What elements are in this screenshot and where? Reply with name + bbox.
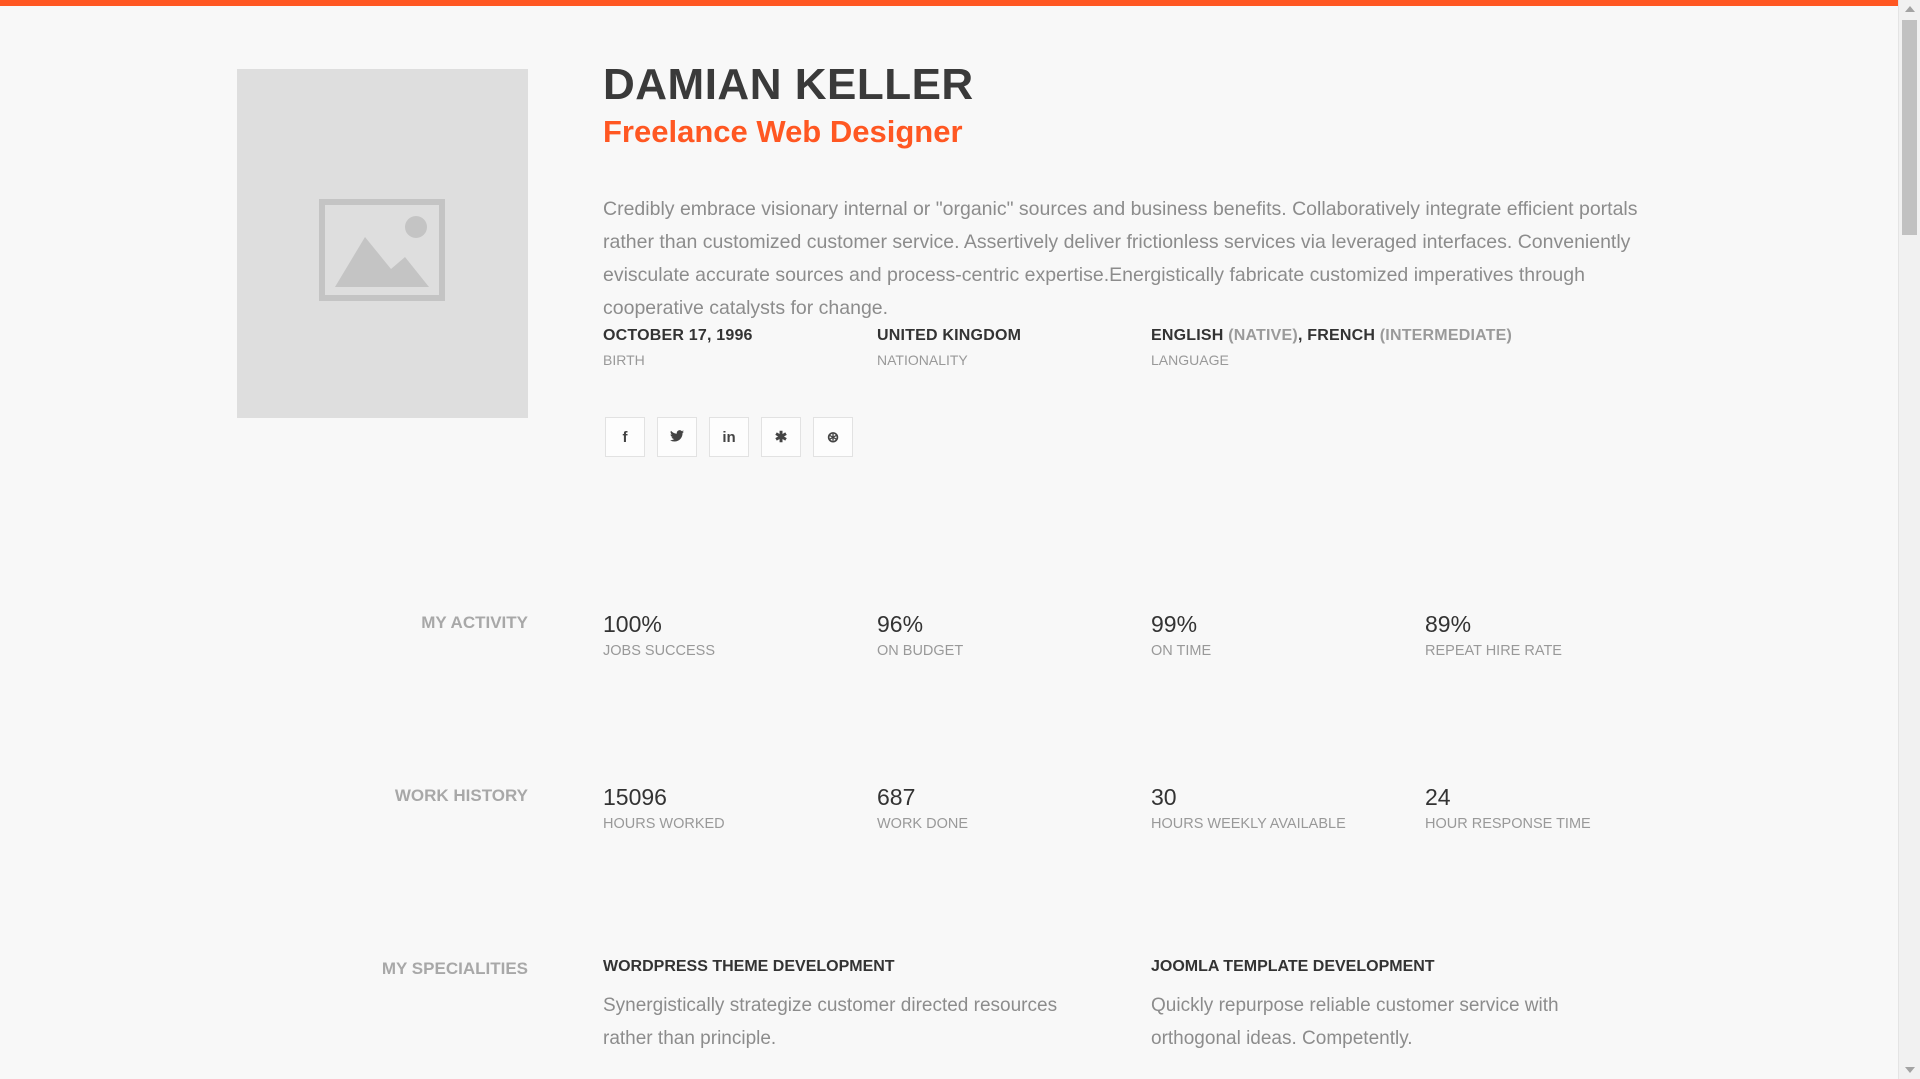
stat-value: 89% [1425,611,1472,637]
section-label-specialities: MY SPECIALITIES [381,959,528,978]
speciality-description: Quickly repurpose reliable customer serv… [1151,995,1559,1049]
linkedin-icon: in [722,428,736,446]
language-separator: , [1297,327,1303,344]
speciality-title: JOOMLA TEMPLATE DEVELOPMENT [1151,958,1435,975]
stat-label: HOURS WORKED [603,816,725,832]
stat-hours-weekly-available: 30 HOURS WEEKLY AVAILABLE [1151,784,1346,832]
speciality-item: WORDPRESS THEME DEVELOPMENT Synergistica… [603,958,1103,1055]
slack-button[interactable]: ✱ [761,417,801,457]
stat-value: 99% [1151,611,1198,637]
stat-on-time: 99% ON TIME [1151,611,1211,659]
stat-label: ON TIME [1151,643,1212,659]
section-label-work-history: WORK HISTORY [394,786,528,805]
linkedin-button[interactable]: in [709,417,749,457]
dribbble-button[interactable]: ⊛ [813,417,853,457]
profile-photo-placeholder [237,69,528,418]
twitter-icon [670,429,684,446]
language-value: ENGLISH (NATIVE), FRENCH (INTERMEDIATE) [1151,327,1512,345]
nationality-value: UNITED KINGDOM [877,327,1022,344]
language-2: FRENCH [1307,327,1376,344]
stat-hours-worked: 15096 HOURS WORKED [603,784,725,832]
section-label-activity: MY ACTIVITY [421,613,528,632]
stat-on-budget: 96% ON BUDGET [877,611,963,659]
vertical-scrollbar[interactable] [1898,0,1920,1079]
info-language: ENGLISH (NATIVE), FRENCH (INTERMEDIATE) … [1151,327,1512,368]
speciality-description: Synergistically strategize customer dire… [603,995,1058,1049]
stat-value: 687 [877,784,916,810]
profile-name: DAMIAN KELLER [603,60,974,109]
facebook-button[interactable]: f [605,417,645,457]
facebook-icon: f [622,428,628,446]
stat-jobs-success: 100% JOBS SUCCESS [603,611,715,659]
stat-label: WORK DONE [877,816,969,832]
stat-label: ON BUDGET [877,643,964,659]
stat-value: 24 [1425,784,1451,810]
stat-repeat-hire-rate: 89% REPEAT HIRE RATE [1425,611,1562,659]
language-2-level: (INTERMEDIATE) [1379,327,1513,344]
stat-hour-response-time: 24 HOUR RESPONSE TIME [1425,784,1591,832]
scroll-down-arrow-icon[interactable] [1905,1067,1915,1073]
dribbble-icon: ⊛ [826,429,840,446]
stat-label: HOURS WEEKLY AVAILABLE [1151,816,1346,832]
speciality-title: WORDPRESS THEME DEVELOPMENT [603,958,895,975]
scroll-up-arrow-icon[interactable] [1905,6,1915,12]
slack-icon: ✱ [774,429,788,446]
language-label: LANGUAGE [1151,352,1229,368]
stat-value: 30 [1151,784,1177,810]
birth-value: OCTOBER 17, 1996 [603,327,753,344]
twitter-button[interactable] [657,417,697,457]
top-accent-bar [0,0,1899,6]
stat-value: 100% [603,611,662,637]
stat-value: 96% [877,611,924,637]
profile-role: Freelance Web Designer [603,114,963,149]
scroll-thumb[interactable] [1902,20,1917,235]
language-1-level: (NATIVE) [1228,327,1298,344]
stat-label: REPEAT HIRE RATE [1425,643,1562,659]
stat-value: 15096 [603,784,667,810]
birth-label: BIRTH [603,352,645,368]
info-birth: OCTOBER 17, 1996 BIRTH [603,327,753,368]
speciality-item: JOOMLA TEMPLATE DEVELOPMENT Quickly repu… [1151,958,1651,1055]
nationality-label: NATIONALITY [877,352,968,368]
stat-label: JOBS SUCCESS [603,643,715,659]
profile-bio: Credibly embrace visionary internal or "… [603,198,1638,319]
info-nationality: UNITED KINGDOM NATIONALITY [877,327,1021,368]
stat-work-done: 687 WORK DONE [877,784,968,832]
language-1: ENGLISH [1151,327,1224,344]
image-placeholder-icon [319,199,445,301]
stat-label: HOUR RESPONSE TIME [1425,816,1591,832]
